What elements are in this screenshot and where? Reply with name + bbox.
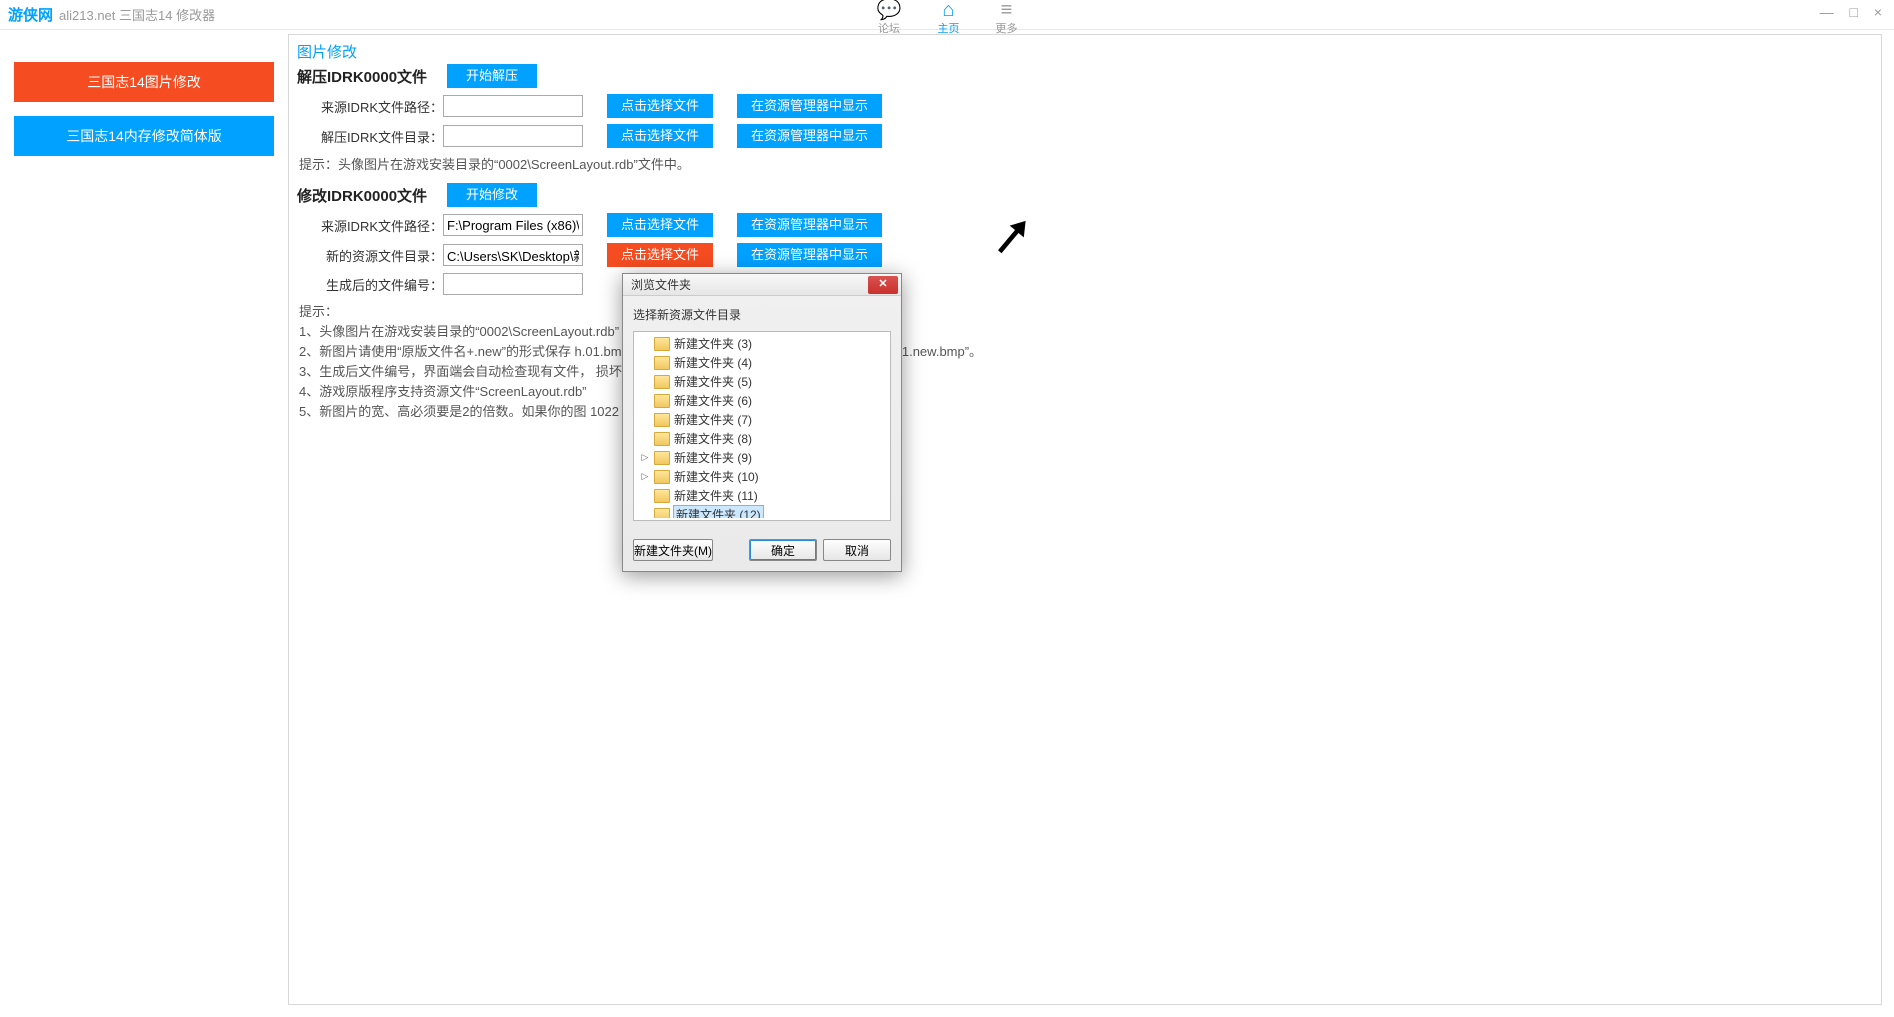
dialog-message: 选择新资源文件目录	[633, 306, 891, 323]
forum-icon: 💬	[877, 0, 902, 20]
tip-1: 1、头像图片在游戏安装目录的“0002\ScreenLayout.rdb”	[299, 321, 1873, 340]
folder-tree-item[interactable]: ▷ 新建文件夹 (10)	[634, 467, 890, 486]
extract-hint: 提示：头像图片在游戏安装目录的“0002\ScreenLayout.rdb”文件…	[299, 154, 1873, 173]
nav-more[interactable]: ≡ 更多	[995, 0, 1017, 36]
modify-src-input[interactable]	[443, 214, 583, 236]
modify-out-input[interactable]	[443, 273, 583, 295]
folder-name: 新建文件夹 (3)	[674, 335, 752, 352]
tip-2: 2、新图片请使用“原版文件名+.new”的形式保存 h.01.bmp”，修改后的…	[299, 341, 1873, 360]
folder-tree-item[interactable]: 新建文件夹 (5)	[634, 372, 890, 391]
nav-home[interactable]: ⌂ 主页	[937, 0, 959, 36]
extract-src-explorer-button[interactable]: 在资源管理器中显示	[737, 94, 882, 118]
folder-tree-scroll[interactable]: 新建文件夹 (3) 新建文件夹 (4) 新建文件夹 (5) 新建文件夹 (6) 新建文件…	[634, 334, 890, 518]
dialog-titlebar[interactable]: 浏览文件夹 ✕	[623, 274, 901, 296]
section-image-mod-title: 图片修改	[297, 41, 1873, 62]
window-title: ali213.net 三国志14 修改器	[59, 5, 215, 24]
folder-name: 新建文件夹 (10)	[674, 468, 759, 485]
top-nav: 💬 论坛 ⌂ 主页 ≡ 更多	[847, 0, 1047, 30]
browse-folder-dialog: 浏览文件夹 ✕ 选择新资源文件目录 新建文件夹 (3)新建文件夹 (4)新建文件…	[622, 273, 902, 572]
tree-expander-icon[interactable]: ▷	[640, 471, 650, 482]
tip-header: 提示：	[299, 301, 1873, 320]
tip-3: 3、生成后文件编号，界面端会自动检查现有文件， 损坏，并且修改前自动保存索引文件…	[299, 361, 1873, 380]
folder-name: 新建文件夹 (12)	[674, 506, 763, 518]
window-titlebar: 游侠网 ali213.net 三国志14 修改器 💬 论坛 ⌂ 主页 ≡ 更多 …	[0, 0, 1894, 30]
extract-header: 解压IDRK0000文件	[297, 66, 447, 87]
folder-icon	[654, 432, 670, 446]
modify-src-explorer-button[interactable]: 在资源管理器中显示	[737, 213, 882, 237]
folder-name: 新建文件夹 (6)	[674, 392, 752, 409]
window-controls[interactable]: — □ ×	[1820, 4, 1888, 20]
extract-dst-label: 解压IDRK文件目录：	[313, 127, 443, 146]
extract-start-button[interactable]: 开始解压	[447, 64, 537, 88]
tree-expander-icon[interactable]: ▷	[640, 452, 650, 463]
home-icon: ⌂	[937, 0, 959, 20]
folder-name: 新建文件夹 (4)	[674, 354, 752, 371]
modify-src-choose-button[interactable]: 点击选择文件	[607, 213, 713, 237]
modify-start-button[interactable]: 开始修改	[447, 183, 537, 207]
folder-icon	[654, 375, 670, 389]
modify-res-choose-button[interactable]: 点击选择文件	[607, 243, 713, 267]
folder-icon	[654, 413, 670, 427]
folder-icon	[654, 451, 670, 465]
folder-tree-item[interactable]: 新建文件夹 (3)	[634, 334, 890, 353]
folder-name: 新建文件夹 (11)	[674, 487, 758, 504]
folder-icon	[654, 337, 670, 351]
dialog-ok-button[interactable]: 确定	[749, 539, 817, 561]
modify-header: 修改IDRK0000文件	[297, 185, 447, 206]
dialog-newfolder-button[interactable]: 新建文件夹(M)	[633, 539, 713, 561]
extract-src-label: 来源IDRK文件路径：	[313, 97, 443, 116]
extract-dst-choose-button[interactable]: 点击选择文件	[607, 124, 713, 148]
modify-tips: 提示： 1、头像图片在游戏安装目录的“0002\ScreenLayout.rdb…	[299, 301, 1873, 420]
dialog-close-button[interactable]: ✕	[868, 276, 898, 294]
nav-forum[interactable]: 💬 论坛	[877, 0, 902, 36]
more-icon: ≡	[995, 0, 1017, 20]
folder-tree-item[interactable]: 新建文件夹 (12)	[634, 505, 890, 518]
modify-res-label: 新的资源文件目录：	[313, 246, 443, 265]
folder-tree-item[interactable]: 新建文件夹 (7)	[634, 410, 890, 429]
dialog-cancel-button[interactable]: 取消	[823, 539, 891, 561]
extract-dst-explorer-button[interactable]: 在资源管理器中显示	[737, 124, 882, 148]
folder-tree-item[interactable]: 新建文件夹 (11)	[634, 486, 890, 505]
app-logo: 游侠网	[8, 4, 53, 25]
folder-tree-item[interactable]: 新建文件夹 (4)	[634, 353, 890, 372]
modify-res-input[interactable]	[443, 244, 583, 266]
modify-res-explorer-button[interactable]: 在资源管理器中显示	[737, 243, 882, 267]
tip-5: 5、新图片的宽、高必须要是2的倍数。如果你的图 1022	[299, 401, 1873, 420]
sidebar-btn-memory-mod[interactable]: 三国志14内存修改简体版	[14, 116, 274, 156]
folder-tree-item[interactable]: 新建文件夹 (6)	[634, 391, 890, 410]
folder-icon	[654, 394, 670, 408]
folder-tree: 新建文件夹 (3) 新建文件夹 (4) 新建文件夹 (5) 新建文件夹 (6) 新建文件…	[633, 331, 891, 521]
extract-src-choose-button[interactable]: 点击选择文件	[607, 94, 713, 118]
folder-name: 新建文件夹 (7)	[674, 411, 752, 428]
modify-src-label: 来源IDRK文件路径：	[313, 216, 443, 235]
modify-out-label: 生成后的文件编号：	[313, 275, 443, 294]
extract-src-input[interactable]	[443, 95, 583, 117]
tip-4: 4、游戏原版程序支持资源文件“ScreenLayout.rdb”	[299, 381, 1873, 400]
folder-name: 新建文件夹 (9)	[674, 449, 752, 466]
content-panel: 图片修改 解压IDRK0000文件 开始解压 来源IDRK文件路径： 点击选择文…	[288, 34, 1882, 1005]
folder-tree-item[interactable]: 新建文件夹 (8)	[634, 429, 890, 448]
folder-name: 新建文件夹 (8)	[674, 430, 752, 447]
folder-icon	[654, 470, 670, 484]
sidebar: 三国志14图片修改 三国志14内存修改简体版	[0, 30, 288, 1017]
dialog-title: 浏览文件夹	[631, 276, 691, 293]
sidebar-btn-image-mod[interactable]: 三国志14图片修改	[14, 62, 274, 102]
folder-icon	[654, 508, 670, 519]
folder-icon	[654, 489, 670, 503]
folder-icon	[654, 356, 670, 370]
extract-dst-input[interactable]	[443, 125, 583, 147]
folder-tree-item[interactable]: ▷ 新建文件夹 (9)	[634, 448, 890, 467]
folder-name: 新建文件夹 (5)	[674, 373, 752, 390]
